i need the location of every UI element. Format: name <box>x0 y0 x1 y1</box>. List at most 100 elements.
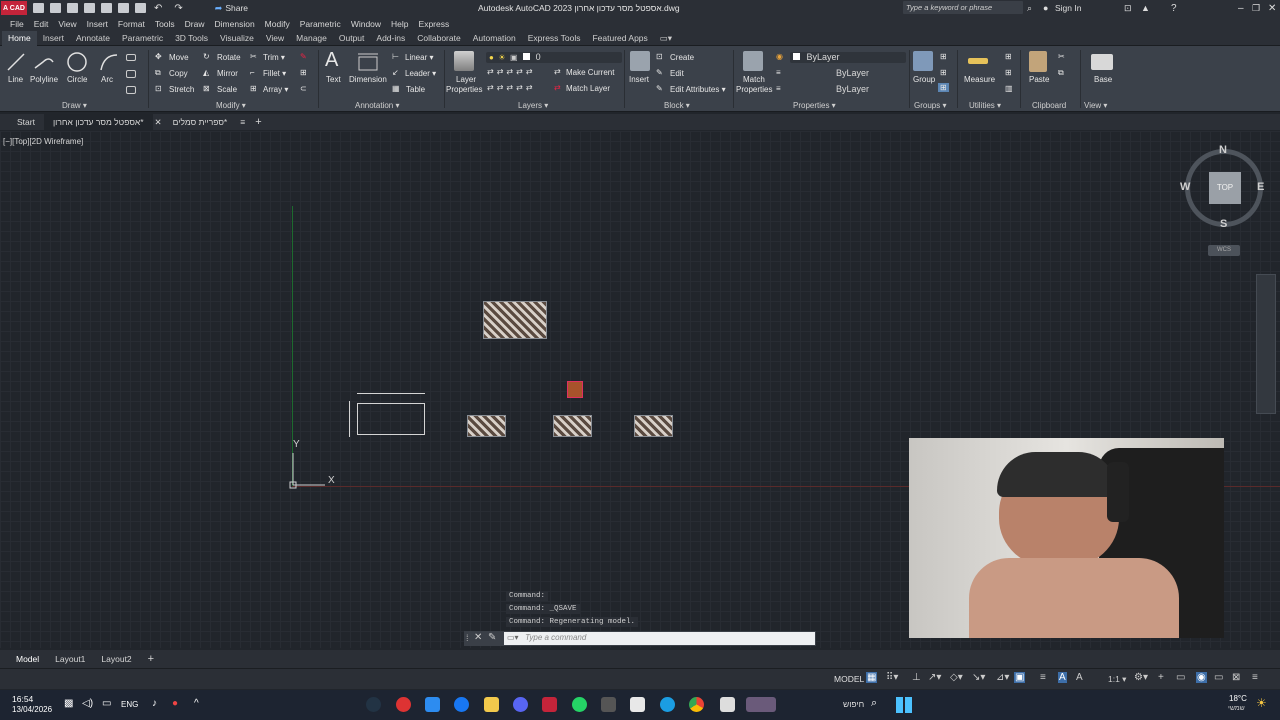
open-web-icon[interactable] <box>101 3 112 13</box>
recorder-icon[interactable] <box>396 697 411 712</box>
floor-plan-drawing[interactable] <box>553 415 592 437</box>
modify-panel-title[interactable]: Modify ▾ <box>216 101 246 110</box>
navigation-bar[interactable] <box>1256 274 1276 414</box>
units-icon[interactable]: ▭ <box>1176 672 1185 683</box>
explode-icon[interactable]: ⊞ <box>300 68 307 77</box>
layers-panel-title[interactable]: Layers ▾ <box>518 101 548 110</box>
share-button[interactable]: Share <box>225 3 248 13</box>
linear-icon[interactable]: ⊢ <box>392 52 399 61</box>
model-space-button[interactable]: MODEL <box>834 674 864 684</box>
text-button[interactable]: Text <box>326 75 341 84</box>
calculator-icon[interactable]: ▥ <box>1005 84 1013 93</box>
trim-icon[interactable]: ✂ <box>250 52 257 61</box>
measure-button[interactable]: Measure <box>964 75 995 84</box>
file-explorer-icon[interactable] <box>484 697 499 712</box>
edge-icon[interactable] <box>660 697 675 712</box>
paste-button[interactable]: Paste <box>1029 75 1049 84</box>
command-prompt-icon[interactable]: ▭▾ <box>507 633 519 642</box>
array-button[interactable]: Array ▾ <box>263 85 288 94</box>
minimize-icon[interactable]: – <box>1238 3 1244 14</box>
group-select-icon[interactable]: ⊞ <box>938 83 949 92</box>
base-button[interactable]: Base <box>1094 75 1112 84</box>
annotation-panel-title[interactable]: Annotation ▾ <box>355 101 400 110</box>
make-current-button[interactable]: Make Current <box>566 68 614 77</box>
utilities-panel-title[interactable]: Utilities ▾ <box>969 101 1001 110</box>
save-icon[interactable] <box>67 3 78 13</box>
weather-icon[interactable]: ☀ <box>1256 696 1267 710</box>
menu-help[interactable]: Help <box>391 19 408 29</box>
tray-overflow-icon[interactable]: ^ <box>194 698 199 709</box>
tab-layout1[interactable]: Layout1 <box>47 654 93 664</box>
command-grip-icon[interactable]: ⁞ <box>466 633 469 643</box>
clean-screen-icon[interactable]: ⊠ <box>1232 672 1240 683</box>
compass-east[interactable]: E <box>1257 181 1264 193</box>
menu-edit[interactable]: Edit <box>34 19 49 29</box>
viewport-label[interactable]: [−][Top][2D Wireframe] <box>3 137 83 146</box>
discord-icon[interactable] <box>513 697 528 712</box>
tab-add-ins[interactable]: Add-ins <box>370 31 411 46</box>
save-web-icon[interactable] <box>118 3 129 13</box>
utilities-tool-icon[interactable]: ⊞ <box>1005 52 1012 61</box>
steam-icon[interactable] <box>366 697 381 712</box>
tab-collaborate[interactable]: Collaborate <box>411 31 466 46</box>
weather-temp[interactable]: 18°C <box>1229 694 1247 703</box>
annotation-visibility-icon[interactable]: A <box>1058 672 1067 683</box>
tab-automation[interactable]: Automation <box>467 31 522 46</box>
floor-plan-drawing[interactable] <box>483 301 547 339</box>
tab-layout2[interactable]: Layout2 <box>93 654 139 664</box>
autodesk-app-icon[interactable]: ▲ <box>1141 3 1150 13</box>
erase-icon[interactable]: ✎ <box>300 52 307 61</box>
tab-manage[interactable]: Manage <box>290 31 333 46</box>
insert-button[interactable]: Insert <box>629 75 649 84</box>
ortho-icon[interactable]: ⊥ <box>912 672 921 683</box>
text-icon[interactable]: A <box>325 49 338 72</box>
fillet-icon[interactable]: ⌐ <box>250 68 255 77</box>
start-button[interactable] <box>896 697 912 713</box>
color-dropdown[interactable]: ByLayer <box>790 52 906 63</box>
search-input[interactable]: Type a keyword or phrase <box>906 3 992 12</box>
mirror-button[interactable]: Mirror <box>217 69 238 78</box>
share-icon[interactable]: ➦ <box>215 3 223 14</box>
mirror-icon[interactable]: ◭ <box>203 68 209 77</box>
tab-featured-apps[interactable]: Featured Apps <box>586 31 653 46</box>
add-layout-icon[interactable]: + <box>140 653 162 665</box>
insert-icon[interactable] <box>630 51 650 71</box>
group-edit-icon[interactable]: ⊞ <box>940 68 947 77</box>
paste-icon[interactable] <box>1029 51 1047 72</box>
tab-visualize[interactable]: Visualize <box>214 31 260 46</box>
cut-icon[interactable]: ✂ <box>1058 52 1065 61</box>
copy-clip-icon[interactable]: ⧉ <box>1058 68 1064 78</box>
floor-plan-drawing[interactable] <box>634 415 673 437</box>
tab-close-icon[interactable]: ✕ <box>153 114 164 130</box>
clipboard-panel-title[interactable]: Clipboard <box>1032 101 1066 110</box>
autocad-logo[interactable]: A CAD <box>1 1 27 15</box>
menu-draw[interactable]: Draw <box>185 19 205 29</box>
tab-home[interactable]: Home <box>2 30 37 46</box>
graphics-performance-icon[interactable]: ▭ <box>1214 672 1223 683</box>
offset-icon[interactable]: ⊂ <box>300 84 307 93</box>
copy-button[interactable]: Copy <box>169 69 188 78</box>
help-icon[interactable]: ? <box>1171 3 1177 14</box>
tab-output[interactable]: Output <box>333 31 371 46</box>
scale-button[interactable]: Scale <box>217 85 237 94</box>
trim-button[interactable]: Trim ▾ <box>263 53 285 62</box>
linetype-dropdown[interactable]: ByLayer <box>790 68 906 79</box>
taskbar-search-icon[interactable]: ⌕ <box>871 697 877 710</box>
undo-icon[interactable]: ↶ <box>154 3 162 14</box>
linear-button[interactable]: Linear ▾ <box>405 53 433 62</box>
polar-icon[interactable]: ↗▾ <box>928 672 941 683</box>
menu-file[interactable]: File <box>10 19 24 29</box>
microphone-icon[interactable]: ♪ <box>152 698 157 709</box>
battery-icon[interactable]: ▭ <box>102 698 111 709</box>
array-icon[interactable]: ⊞ <box>250 84 257 93</box>
layer-tools2-icon[interactable]: ⇄⇄⇄⇄⇄ <box>487 83 536 92</box>
tab-menu-icon[interactable]: ≡ <box>236 114 249 130</box>
annotation-scale-icon[interactable]: A <box>1076 672 1083 683</box>
circle-button[interactable]: Circle <box>67 75 87 84</box>
edit-attributes-button[interactable]: Edit Attributes ▾ <box>670 85 726 94</box>
view-panel-title[interactable]: View ▾ <box>1084 101 1107 110</box>
measure-icon[interactable] <box>968 58 988 64</box>
tab-3d-tools[interactable]: 3D Tools <box>169 31 214 46</box>
workspace-icon[interactable]: ⚙▾ <box>1134 672 1148 683</box>
menu-insert[interactable]: Insert <box>87 19 108 29</box>
